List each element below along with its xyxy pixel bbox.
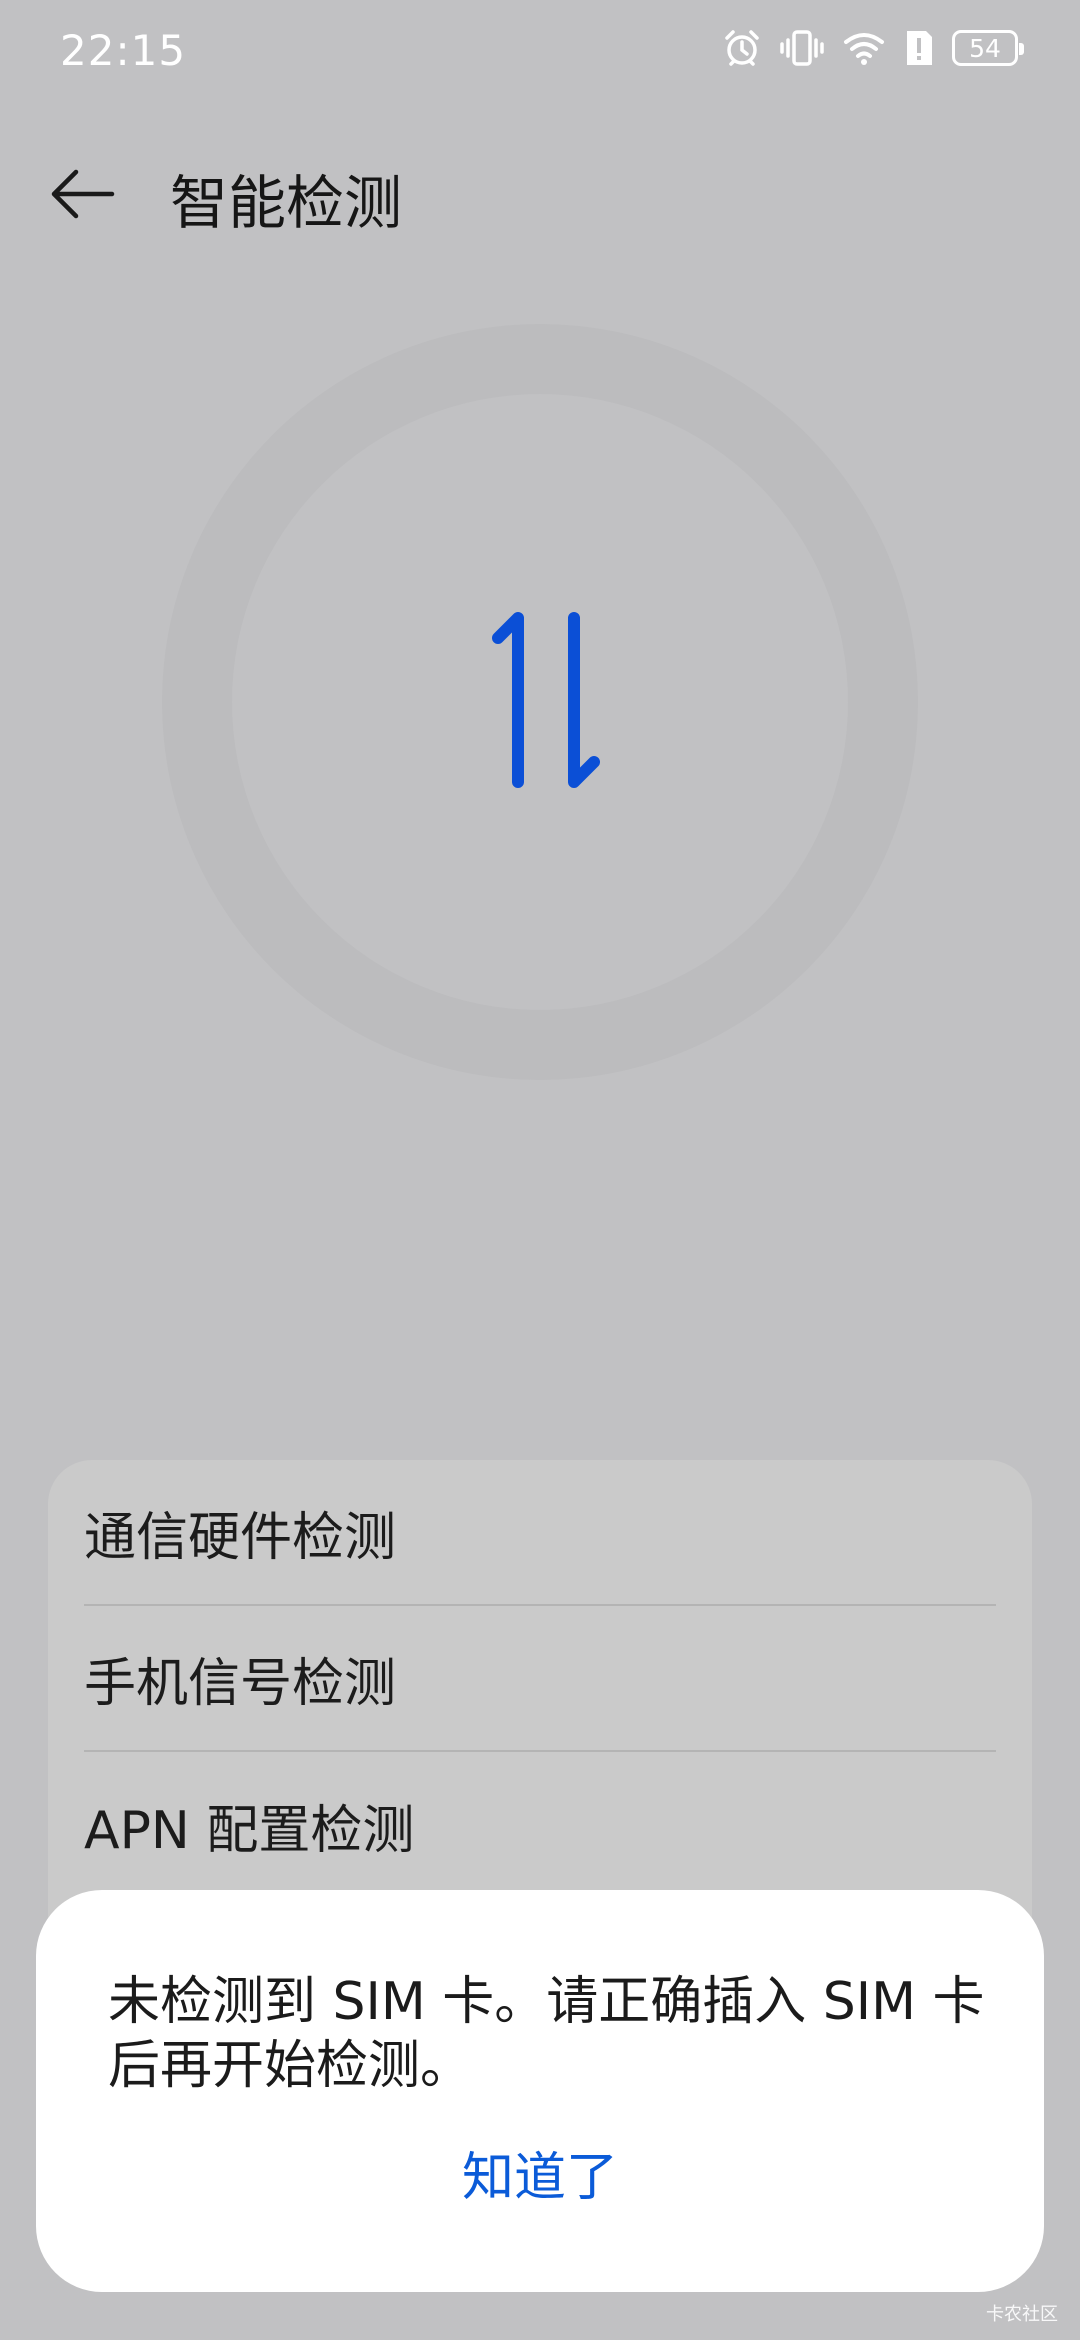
status-bar: 22:15 54 [0, 0, 1080, 105]
vibrate-icon [780, 28, 824, 68]
status-icons: 54 [722, 28, 1024, 68]
check-item-label: 手机信号检测 [84, 1653, 397, 1714]
watermark: 卡农社区 [986, 2304, 1058, 2325]
check-item-signal[interactable]: 手机信号检测 [84, 1606, 996, 1752]
back-button[interactable] [46, 158, 118, 230]
data-transfer-icon [486, 600, 606, 800]
battery-level: 54 [969, 33, 1001, 63]
page-title: 智能检测 [170, 169, 403, 237]
header: 智能检测 [0, 140, 1080, 240]
check-item-hardware[interactable]: 通信硬件检测 [84, 1460, 996, 1606]
alert-icon [904, 28, 934, 68]
ok-button[interactable]: 知道了 [36, 2138, 1044, 2218]
alarm-icon [722, 28, 762, 68]
status-time: 22:15 [60, 26, 187, 75]
battery-icon: 54 [952, 30, 1024, 66]
check-item-apn[interactable]: APN 配置检测 [84, 1752, 996, 1898]
check-item-label: 通信硬件检测 [84, 1507, 397, 1568]
check-item-label: APN 配置检测 [84, 1800, 415, 1861]
dialog-message: 未检测到 SIM 卡。请正确插入 SIM 卡后再开始检测。 [108, 1972, 985, 2096]
arrow-left-icon [51, 169, 115, 219]
wifi-icon [842, 28, 886, 68]
no-sim-dialog: 未检测到 SIM 卡。请正确插入 SIM 卡后再开始检测。 知道了 [36, 1890, 1044, 2292]
